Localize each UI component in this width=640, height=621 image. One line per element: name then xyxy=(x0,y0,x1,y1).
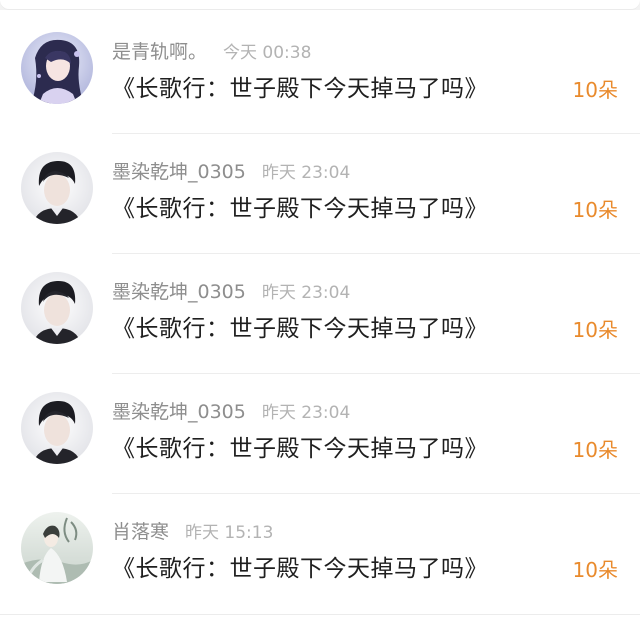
girl-illustration-avatar-icon xyxy=(21,32,93,104)
avatar[interactable] xyxy=(21,272,93,344)
gift-title: 《长歌行：世子殿下今天掉马了吗》 xyxy=(112,76,488,102)
gift-record-row[interactable]: 墨染乾坤_0305 昨天 23:04 《长歌行：世子殿下今天掉马了吗》 10朵 xyxy=(0,254,640,374)
avatar[interactable] xyxy=(21,512,93,584)
gift-title: 《长歌行：世子殿下今天掉马了吗》 xyxy=(112,316,488,342)
gift-record-row[interactable]: 墨染乾坤_0305 昨天 23:04 《长歌行：世子殿下今天掉马了吗》 10朵 xyxy=(0,134,640,254)
gift-record-list: 是青轨啊。 今天 00:38 《长歌行：世子殿下今天掉马了吗》 10朵 墨染乾坤… xyxy=(0,14,640,614)
timestamp: 今天 00:38 xyxy=(223,43,312,63)
avatar[interactable] xyxy=(21,152,93,224)
gift-count: 10朵 xyxy=(572,198,618,222)
gift-count: 10朵 xyxy=(572,558,618,582)
gift-record-row[interactable]: 是青轨啊。 今天 00:38 《长歌行：世子殿下今天掉马了吗》 10朵 xyxy=(0,14,640,134)
gift-title: 《长歌行：世子殿下今天掉马了吗》 xyxy=(112,196,488,222)
username[interactable]: 墨染乾坤_0305 xyxy=(112,281,246,303)
young-man-portrait-avatar-icon xyxy=(21,392,93,464)
list-bottom-divider xyxy=(0,614,640,615)
meta-line: 肖落寒 昨天 15:13 xyxy=(112,520,273,544)
meta-line: 墨染乾坤_0305 昨天 23:04 xyxy=(112,400,350,424)
gift-count: 10朵 xyxy=(572,438,618,462)
top-edge-strip xyxy=(0,0,640,10)
meta-line: 墨染乾坤_0305 昨天 23:04 xyxy=(112,280,350,304)
username[interactable]: 墨染乾坤_0305 xyxy=(112,401,246,423)
timestamp: 昨天 15:13 xyxy=(185,523,274,543)
gift-count: 10朵 xyxy=(572,78,618,102)
young-man-portrait-avatar-icon xyxy=(21,152,93,224)
timestamp: 昨天 23:04 xyxy=(261,283,351,303)
young-man-portrait-avatar-icon xyxy=(21,272,93,344)
username[interactable]: 是青轨啊。 xyxy=(112,41,207,63)
avatar[interactable] xyxy=(21,392,93,464)
gift-title: 《长歌行：世子殿下今天掉马了吗》 xyxy=(112,436,488,462)
gift-record-row[interactable]: 肖落寒 昨天 15:13 《长歌行：世子殿下今天掉马了吗》 10朵 xyxy=(0,494,640,614)
timestamp: 昨天 23:04 xyxy=(261,403,351,423)
previous-card-bottom xyxy=(0,0,640,9)
timestamp: 昨天 23:04 xyxy=(261,163,351,183)
meta-line: 墨染乾坤_0305 昨天 23:04 xyxy=(112,160,350,184)
ancient-style-painting-avatar-icon xyxy=(21,512,93,584)
gift-record-row[interactable]: 墨染乾坤_0305 昨天 23:04 《长歌行：世子殿下今天掉马了吗》 10朵 xyxy=(0,374,640,494)
username[interactable]: 肖落寒 xyxy=(112,521,169,543)
username[interactable]: 墨染乾坤_0305 xyxy=(112,161,246,183)
gift-title: 《长歌行：世子殿下今天掉马了吗》 xyxy=(112,556,488,582)
meta-line: 是青轨啊。 今天 00:38 xyxy=(112,40,311,64)
gift-count: 10朵 xyxy=(572,318,618,342)
avatar[interactable] xyxy=(21,32,93,104)
